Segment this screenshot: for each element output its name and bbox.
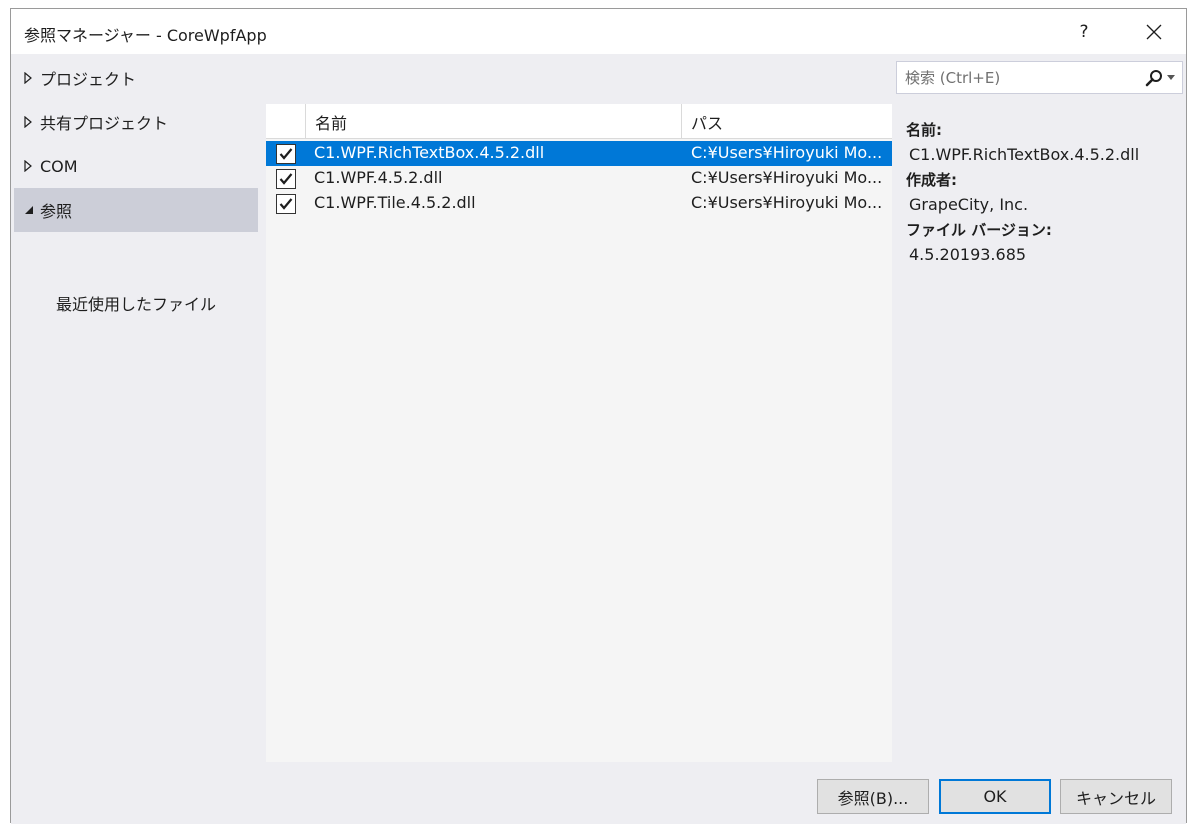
nav-item-label: 共有プロジェクト <box>40 114 169 133</box>
row-checkbox[interactable] <box>276 144 296 164</box>
ok-button[interactable]: OK <box>939 779 1051 814</box>
detail-version-value: 4.5.20193.685 <box>909 245 1027 264</box>
nav-item-com[interactable]: COM <box>14 144 258 188</box>
nav-item-label: 参照 <box>40 202 73 221</box>
detail-author-label: 作成者: <box>906 171 957 189</box>
search-box[interactable] <box>896 61 1183 94</box>
row-name: C1.WPF.4.5.2.dll <box>314 168 443 187</box>
collapsed-triangle-icon <box>14 72 40 84</box>
collapsed-triangle-icon <box>14 116 40 128</box>
cancel-button[interactable]: キャンセル <box>1060 779 1172 814</box>
nav-item-label: COM <box>40 156 78 176</box>
search-button[interactable] <box>1138 62 1182 93</box>
detail-name-value: C1.WPF.RichTextBox.4.5.2.dll <box>909 145 1140 164</box>
reference-manager-dialog: 参照マネージャー - CoreWpfApp ? プロジェクト 共有プロジェクト … <box>10 8 1187 824</box>
browse-button[interactable]: 参照(B)... <box>817 779 929 814</box>
nav-subitem-recent-files[interactable]: 最近使用したファイル <box>56 291 216 315</box>
nav-item-shared-projects[interactable]: 共有プロジェクト <box>14 100 258 144</box>
details-panel: 名前: C1.WPF.RichTextBox.4.5.2.dll 作成者: Gr… <box>906 119 1176 269</box>
row-path: C:¥Users¥Hiroyuki Mo... <box>691 143 883 162</box>
close-icon <box>1146 24 1162 39</box>
title-bar: 参照マネージャー - CoreWpfApp ? <box>11 9 1186 54</box>
window-title: 参照マネージャー - CoreWpfApp <box>24 26 267 45</box>
checkmark-icon <box>279 198 293 210</box>
nav-item-browse[interactable]: 参照 <box>14 188 258 232</box>
nav-item-projects[interactable]: プロジェクト <box>14 56 258 100</box>
detail-version-label: ファイル バージョン: <box>906 221 1052 239</box>
chevron-down-icon <box>1167 75 1175 80</box>
close-button[interactable] <box>1131 9 1177 54</box>
dialog-footer: 参照(B)... OK キャンセル <box>11 770 1186 824</box>
row-name: C1.WPF.RichTextBox.4.5.2.dll <box>314 143 545 162</box>
collapsed-triangle-icon <box>14 160 40 172</box>
detail-author-value: GrapeCity, Inc. <box>909 195 1029 214</box>
row-checkbox[interactable] <box>276 194 296 214</box>
list-header: 名前 パス <box>266 104 892 139</box>
search-icon <box>1145 69 1162 86</box>
column-header-path[interactable]: パス <box>682 104 892 139</box>
table-row[interactable]: C1.WPF.4.5.2.dll C:¥Users¥Hiroyuki Mo... <box>266 166 892 191</box>
row-checkbox[interactable] <box>276 169 296 189</box>
table-row[interactable]: C1.WPF.Tile.4.5.2.dll C:¥Users¥Hiroyuki … <box>266 191 892 216</box>
search-input[interactable] <box>897 62 1138 93</box>
row-path: C:¥Users¥Hiroyuki Mo... <box>691 193 883 212</box>
row-path: C:¥Users¥Hiroyuki Mo... <box>691 168 883 187</box>
help-button[interactable]: ? <box>1061 9 1107 54</box>
expanded-triangle-icon <box>14 205 40 215</box>
detail-name-label: 名前: <box>906 121 942 139</box>
column-header-check[interactable] <box>266 104 306 139</box>
table-row[interactable]: C1.WPF.RichTextBox.4.5.2.dll C:¥Users¥Hi… <box>266 141 892 166</box>
checkmark-icon <box>279 173 293 185</box>
column-header-name[interactable]: 名前 <box>306 104 682 139</box>
nav-item-label: プロジェクト <box>40 70 137 89</box>
left-navigation: プロジェクト 共有プロジェクト COM 参照 最近使用したファイル <box>11 54 258 770</box>
reference-list: 名前 パス C1.WPF.RichTextBox.4.5.2.dll C:¥Us… <box>266 104 892 762</box>
row-name: C1.WPF.Tile.4.5.2.dll <box>314 193 476 212</box>
checkmark-icon <box>279 148 293 160</box>
